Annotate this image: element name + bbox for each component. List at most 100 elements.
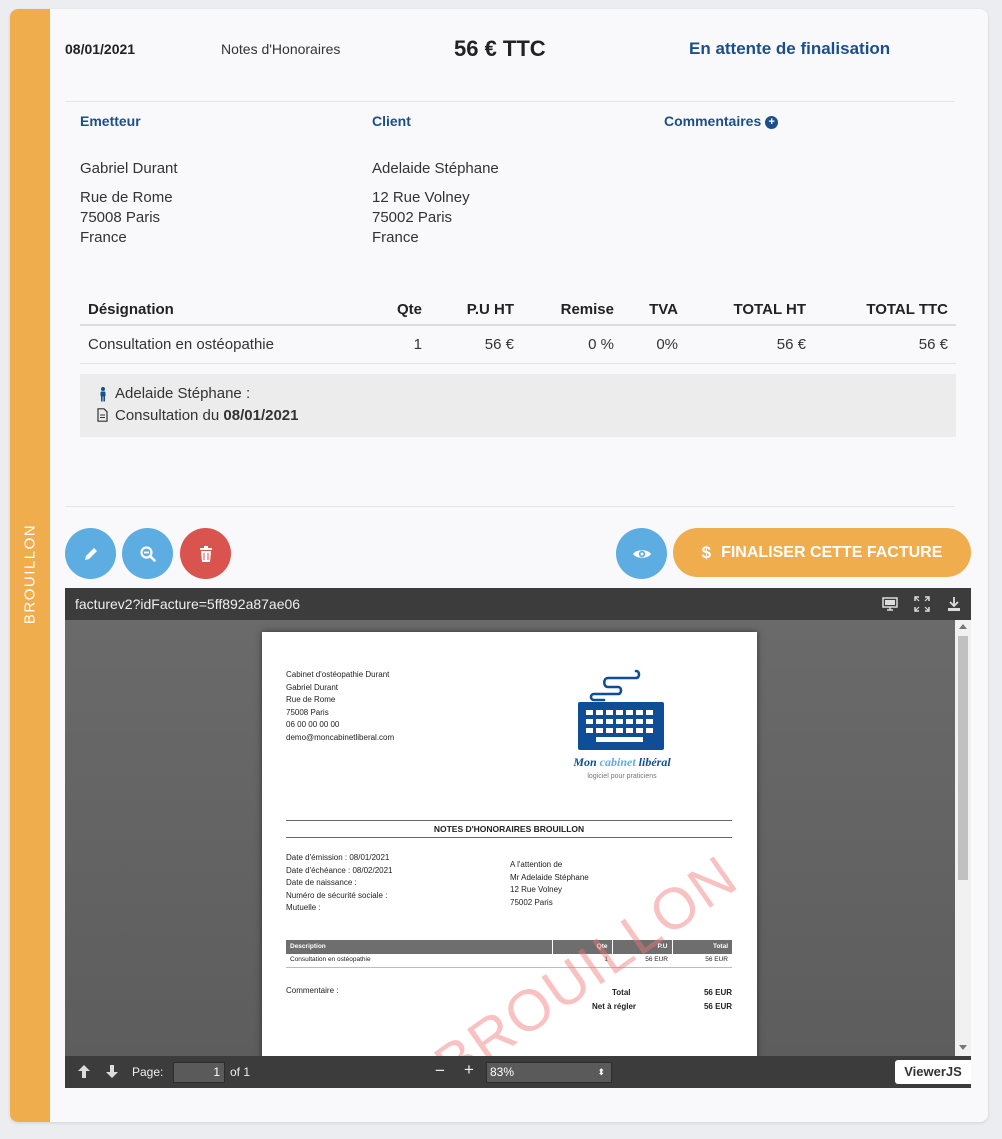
zoom-in-icon[interactable]: + (464, 1060, 474, 1080)
client-address: 12 Rue Volney 75002 Paris France (372, 188, 499, 248)
pdf-sender: Cabinet d'ostéopathie Durant Gabriel Dur… (286, 669, 394, 744)
emitter-address: Rue de Rome 75008 Paris France (80, 188, 178, 248)
pdf-recipient-line: 12 Rue Volney (510, 885, 563, 894)
pdf-title: NOTES D'HONORAIRES BROUILLON (286, 820, 732, 838)
scroll-up-icon[interactable] (959, 624, 967, 629)
pdf-info-line: Date d'échéance : 08/02/2021 (286, 865, 393, 875)
col-pu-ht: P.U HT (430, 295, 522, 326)
divider (65, 101, 955, 102)
comments-block: Commentaires + (664, 113, 779, 129)
comments-heading[interactable]: Commentaires + (664, 113, 779, 129)
cell-total-ttc: 56 € (814, 325, 956, 364)
cell-tva: 0% (622, 325, 686, 364)
page-number-input[interactable]: 1 (173, 1062, 225, 1083)
col-qte: Qte (370, 295, 430, 326)
pdf-col-description: Description (286, 940, 553, 954)
preview-zoom-button[interactable] (122, 528, 173, 579)
col-total-ttc: TOTAL TTC (814, 295, 956, 326)
logo-tagline: logiciel pour praticiens (587, 773, 657, 780)
pdf-cell-total: 56 EUR (672, 954, 732, 968)
pdf-recipient-line: Mr Adelaide Stéphane (510, 872, 589, 882)
logo-name-part: libéral (635, 755, 671, 769)
pdf-sender-line: demo@moncabinetliberal.com (286, 732, 395, 742)
invoice-type: Notes d'Honoraires (221, 41, 341, 57)
col-remise: Remise (522, 295, 622, 326)
zoom-select[interactable]: 83% ⬍ (486, 1062, 612, 1083)
cell-qte: 1 (370, 325, 430, 364)
invoice-amount: 56 € TTC (454, 36, 546, 61)
dollar-icon: $ (701, 542, 712, 562)
pdf-recipient-line: 75002 Paris (510, 897, 553, 907)
pdf-net-row: Net à régler 56 EUR (592, 1001, 732, 1015)
table-row: Consultation en ostéopathie 1 56 € 0 % 0… (80, 325, 956, 364)
pdf-sender-line: Rue de Rome (286, 695, 336, 704)
viewer-toolbar: Page: 1 of 1 − + 83% ⬍ ViewerJS (65, 1056, 971, 1088)
pdf-total-value: 56 EUR (703, 988, 732, 997)
fullscreen-icon[interactable] (914, 596, 930, 612)
cabinet-logo: Mon cabinet libéral logiciel pour pratic… (562, 668, 682, 788)
pdf-net-value: 56 EUR (703, 1002, 732, 1011)
pdf-info-line: Date d'émission : 08/01/2021 (286, 853, 390, 862)
detail-patient-name: Adelaide Stéphane : (115, 385, 251, 402)
presentation-icon[interactable] (882, 596, 898, 612)
invoice-date: 08/01/2021 (65, 41, 136, 57)
trash-icon (199, 545, 212, 562)
divider (65, 506, 955, 507)
status-band: BROUILLON (10, 9, 50, 1122)
status-band-label: BROUILLON (21, 523, 39, 625)
emitter-block: Emetteur Gabriel Durant Rue de Rome 7500… (80, 113, 178, 248)
edit-button[interactable] (65, 528, 116, 579)
cell-total-ht: 56 € (686, 325, 814, 364)
client-name: Adelaide Stéphane (372, 160, 499, 177)
emitter-name: Gabriel Durant (80, 160, 178, 177)
eye-icon (632, 549, 651, 558)
pdf-info-line: Numéro de sécurité sociale : (286, 890, 388, 900)
col-tva: TVA (622, 295, 686, 326)
detail-consultation: Consultation du 08/01/2021 (97, 407, 299, 424)
pdf-info-line: Mutuelle : (286, 903, 321, 912)
finalize-label: FINALISER CETTE FACTURE (721, 543, 943, 561)
col-designation: Désignation (80, 295, 370, 326)
delete-button[interactable] (180, 528, 231, 579)
pdf-page: Cabinet d'ostéopathie Durant Gabriel Dur… (262, 632, 757, 1056)
document-icon (97, 408, 108, 422)
detail-consult-prefix: Consultation du (115, 407, 220, 424)
pdf-sender-line: Gabriel Durant (286, 682, 339, 692)
invoice-card: BROUILLON 08/01/2021 Notes d'Honoraires … (10, 9, 988, 1122)
cell-remise: 0 % (522, 325, 622, 364)
view-button[interactable] (616, 528, 667, 579)
client-city: 75002 Paris (372, 209, 453, 226)
viewer-canvas[interactable]: Cabinet d'ostéopathie Durant Gabriel Dur… (65, 620, 955, 1056)
comments-label: Commentaires (664, 113, 762, 129)
col-total-ht: TOTAL HT (686, 295, 814, 326)
finalize-invoice-button[interactable]: $ FINALISER CETTE FACTURE (673, 528, 971, 577)
download-icon[interactable] (946, 596, 962, 612)
scroll-down-icon[interactable] (959, 1045, 967, 1050)
select-arrows-icon: ⬍ (597, 1067, 605, 1077)
invoice-status: En attente de finalisation (689, 39, 891, 58)
viewer-scrollbar[interactable] (955, 620, 971, 1056)
logo-name: Mon cabinet libéral (562, 756, 682, 769)
emitter-country: France (80, 229, 127, 246)
detail-patient: Adelaide Stéphane : (100, 385, 251, 402)
add-comment-icon[interactable]: + (765, 116, 779, 129)
detail-consult-date: 08/01/2021 (223, 407, 299, 424)
viewerjs-brand[interactable]: ViewerJS (895, 1060, 971, 1084)
zoom-out-icon[interactable]: − (435, 1061, 445, 1081)
scrollbar-thumb[interactable] (958, 636, 968, 880)
emitter-street: Rue de Rome (80, 189, 173, 206)
item-detail: Adelaide Stéphane : Consultation du 08/0… (80, 374, 956, 437)
pencil-icon (84, 547, 97, 560)
next-page-icon[interactable] (105, 1064, 119, 1079)
previous-page-icon[interactable] (77, 1064, 91, 1079)
pdf-recipient-line: A l'attention de (510, 860, 563, 869)
pdf-viewer: facturev2?idFacture=5ff892a87ae06 Cabine… (65, 588, 971, 1088)
zoom-icon (139, 545, 156, 562)
viewer-document-title: facturev2?idFacture=5ff892a87ae06 (75, 596, 301, 612)
client-heading: Client (372, 113, 411, 129)
table-row: Consultation en ostéopathie 1 56 EUR 56 … (286, 954, 732, 968)
pdf-invoice-info: Date d'émission : 08/01/2021 Date d'éché… (286, 852, 393, 915)
pdf-recipient: A l'attention de Mr Adelaide Stéphane 12… (510, 859, 589, 909)
zoom-value: 83% (490, 1065, 515, 1079)
viewer-title-bar: facturev2?idFacture=5ff892a87ae06 (65, 588, 971, 620)
